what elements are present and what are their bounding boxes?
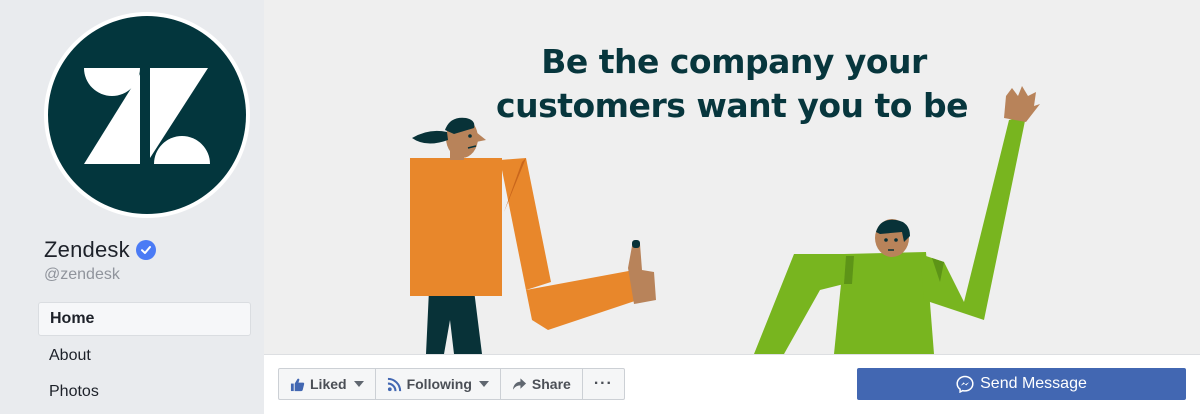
liked-label: Liked — [310, 376, 347, 392]
thumbs-up-icon — [290, 378, 305, 391]
following-label: Following — [406, 376, 472, 392]
cover-headline-line1: Be the company your — [541, 42, 927, 81]
chevron-down-icon — [478, 381, 489, 387]
more-options-button[interactable]: ··· — [583, 369, 624, 399]
send-message-label: Send Message — [980, 375, 1087, 392]
zendesk-logo-icon — [84, 68, 210, 164]
page-action-bar: Liked Following Share ··· Send Message — [264, 354, 1200, 414]
profile-picture[interactable] — [44, 12, 250, 218]
verified-badge-icon — [135, 240, 156, 260]
following-button[interactable]: Following — [376, 369, 501, 399]
messenger-icon — [956, 375, 974, 393]
share-arrow-icon — [512, 378, 526, 390]
page-handle[interactable]: @zendesk — [44, 266, 120, 284]
page-title[interactable]: Zendesk — [44, 236, 156, 264]
share-label: Share — [531, 376, 571, 392]
share-button[interactable]: Share — [501, 369, 583, 399]
cover-headline-line2: customers want you to be — [496, 86, 968, 125]
left-sidebar: Zendesk @zendesk Home About Photos — [0, 0, 264, 414]
nav-item-photos[interactable]: Photos — [38, 374, 251, 410]
zendesk-logo — [48, 16, 246, 214]
nav-item-home[interactable]: Home — [38, 302, 251, 336]
send-message-button[interactable]: Send Message — [857, 368, 1186, 400]
page-action-buttons: Liked Following Share ··· — [278, 368, 625, 400]
more-dots-icon: ··· — [593, 375, 613, 392]
page-name-text[interactable]: Zendesk — [44, 237, 130, 263]
page-nav: Home About Photos — [38, 302, 251, 410]
nav-item-about[interactable]: About — [38, 338, 251, 374]
rss-icon — [387, 377, 401, 391]
chevron-down-icon — [353, 381, 364, 387]
orange-figure — [410, 117, 656, 354]
cover-photo[interactable]: Be the company your customers want you t… — [264, 0, 1200, 354]
liked-button[interactable]: Liked — [279, 369, 376, 399]
